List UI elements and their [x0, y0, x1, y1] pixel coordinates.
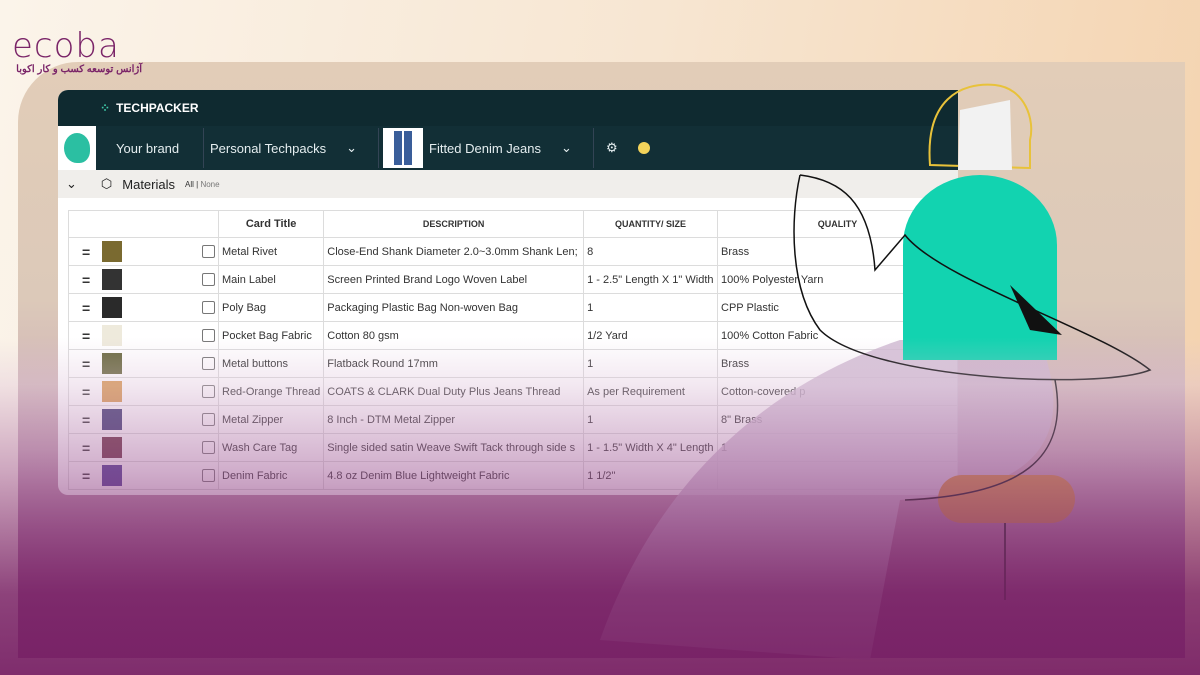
character-face: [958, 100, 1012, 170]
character-torso: [903, 175, 1057, 360]
stool-seat: [938, 475, 1075, 523]
character-illustration: [600, 83, 1152, 660]
